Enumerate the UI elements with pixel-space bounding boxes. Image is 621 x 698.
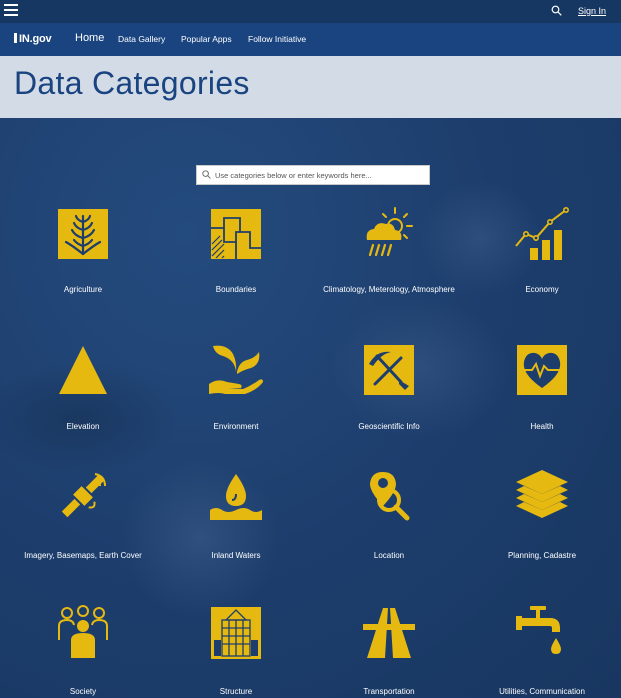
plant-in-hand-icon (209, 345, 263, 394)
nav-home[interactable]: Home (75, 32, 104, 44)
sun-rain-cloud-icon (366, 207, 413, 257)
building-icon (211, 607, 261, 659)
category-label: Utilities, Communication (499, 687, 585, 696)
in-gov-logo[interactable]: IN.gov (14, 33, 52, 45)
category-label: Planning, Cadastre (507, 551, 577, 560)
category-label: Health (530, 422, 554, 431)
category-label: Transportation (363, 687, 415, 696)
search-icon[interactable] (551, 5, 562, 16)
growth-chart-icon (515, 206, 569, 260)
water-drop-icon (210, 474, 262, 520)
wheat-icon (58, 209, 108, 259)
search-input[interactable] (215, 168, 425, 182)
satellite-icon (61, 473, 106, 518)
category-label: Economy (525, 285, 559, 294)
nav-popular-apps[interactable]: Popular Apps (181, 34, 232, 44)
category-label: Geoscientific Info (358, 422, 420, 431)
people-group-icon (58, 605, 108, 658)
title-band: Data Categories (0, 56, 621, 118)
highway-icon (363, 608, 415, 658)
main-nav: IN.gov Home Data Gallery Popular Apps Fo… (0, 23, 621, 56)
top-utility-bar: Sign In (0, 0, 621, 23)
category-label: Agriculture (63, 285, 103, 294)
category-label: Climatology, Meterology, Atmosphere (323, 285, 455, 294)
logo-text: IN.gov (19, 33, 52, 45)
sign-in-link[interactable]: Sign In (578, 6, 606, 16)
category-label: Location (373, 551, 405, 560)
category-label: Society (69, 687, 97, 696)
nav-data-gallery[interactable]: Data Gallery (118, 34, 165, 44)
faucet-icon (516, 606, 561, 654)
boundaries-map-icon (211, 209, 261, 259)
pickaxe-shovel-icon (364, 345, 414, 395)
search-icon (202, 170, 211, 179)
category-label: Environment (213, 422, 259, 431)
layers-icon (516, 470, 568, 518)
page-title: Data Categories (14, 65, 250, 101)
nav-follow-initiative[interactable]: Follow Initiative (248, 34, 306, 44)
category-label: Inland Waters (211, 551, 261, 560)
category-label: Elevation (66, 422, 100, 431)
category-label: Structure (219, 687, 253, 696)
categories-section: Agriculture Boundaries (0, 118, 621, 698)
category-search[interactable] (196, 165, 430, 185)
heart-pulse-icon (517, 345, 567, 395)
category-label: Boundaries (215, 285, 257, 294)
menu-icon[interactable] (4, 4, 18, 16)
category-label: Imagery, Basemaps, Earth Cover (24, 551, 142, 560)
triangle-mountain-icon (59, 346, 107, 394)
location-pin-search-icon (370, 472, 410, 521)
